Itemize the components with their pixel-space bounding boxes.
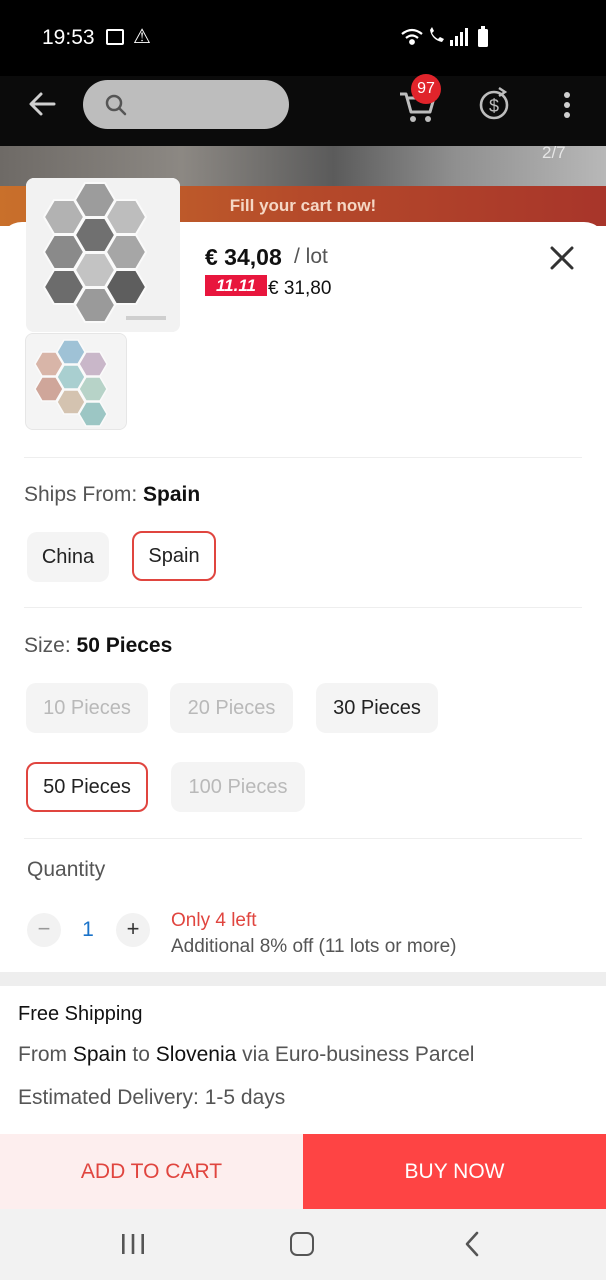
- size-option-50[interactable]: 50 Pieces: [26, 762, 148, 812]
- price-sale: € 31,80: [268, 278, 332, 299]
- warning-icon: ⚠: [133, 26, 151, 48]
- ships-from-title: Ships From:: [24, 483, 138, 506]
- call-icon: [430, 27, 444, 42]
- svg-text:$: $: [489, 96, 499, 116]
- home-icon[interactable]: [290, 1232, 314, 1256]
- ships-from-label: Ships From: Spain: [24, 483, 200, 507]
- ships-from-option-china[interactable]: China: [27, 532, 109, 582]
- size-selected: 50 Pieces: [76, 634, 173, 657]
- shipping-title: Free Shipping: [18, 1003, 143, 1025]
- bulk-discount-note: Additional 8% off (11 lots or more): [171, 936, 457, 957]
- coin-rewards-icon[interactable]: $: [477, 86, 511, 122]
- product-thumbnail-main[interactable]: [26, 178, 180, 332]
- ships-from-option-spain[interactable]: Spain: [132, 531, 216, 581]
- shipping-to: Slovenia: [155, 1043, 237, 1066]
- shipping-route[interactable]: From Spain to Slovenia via Euro-business…: [18, 1043, 474, 1067]
- photo-counter: 2/7: [542, 143, 566, 162]
- add-to-cart-button[interactable]: ADD TO CART: [0, 1134, 303, 1209]
- battery-icon: [478, 26, 488, 47]
- price-unit: / lot: [294, 245, 328, 268]
- status-time: 19:53: [42, 26, 95, 49]
- section-separator: [0, 972, 606, 986]
- recents-icon[interactable]: [120, 1233, 146, 1255]
- back-arrow-icon[interactable]: [26, 88, 58, 120]
- quantity-value[interactable]: 1: [80, 918, 96, 942]
- hexagon-tiles-image: [26, 178, 180, 332]
- size-option-20[interactable]: 20 Pieces: [170, 683, 293, 733]
- gallery-notification-icon: [106, 29, 124, 45]
- nav-back-icon[interactable]: [462, 1230, 482, 1258]
- size-option-100[interactable]: 100 Pieces: [171, 762, 305, 812]
- search-icon: [105, 94, 127, 116]
- divider: [24, 457, 582, 458]
- quantity-decrease-button[interactable]: −: [27, 913, 61, 947]
- wifi-icon: [401, 28, 423, 45]
- product-thumbnail-alt[interactable]: [25, 333, 127, 430]
- divider: [24, 838, 582, 839]
- patterned-tiles-image: [26, 334, 126, 429]
- quantity-label: Quantity: [27, 858, 106, 881]
- shipping-from: Spain: [72, 1043, 127, 1066]
- quantity-increase-button[interactable]: +: [116, 913, 150, 947]
- more-options-icon[interactable]: [562, 92, 572, 118]
- shipping-method: via Euro-business Parcel: [242, 1043, 475, 1066]
- signal-icon: [450, 28, 468, 46]
- shipping-to-prefix: to: [132, 1043, 150, 1066]
- size-option-30[interactable]: 30 Pieces: [316, 683, 438, 733]
- cart-count-badge: 97: [411, 74, 441, 104]
- sale-event-badge: 11.11: [205, 275, 267, 296]
- size-option-10[interactable]: 10 Pieces: [26, 683, 148, 733]
- close-icon[interactable]: [549, 245, 575, 271]
- status-icons: [401, 26, 488, 47]
- stock-note: Only 4 left: [171, 910, 257, 931]
- divider: [24, 607, 582, 608]
- estimated-delivery: Estimated Delivery: 1-5 days: [18, 1086, 286, 1109]
- size-label: Size: 50 Pieces: [24, 634, 172, 658]
- price-main: € 34,08: [205, 244, 282, 270]
- size-title: Size:: [24, 634, 71, 657]
- ships-from-selected: Spain: [143, 483, 201, 506]
- buy-now-button[interactable]: BUY NOW: [303, 1134, 606, 1209]
- shipping-from-prefix: From: [18, 1043, 67, 1066]
